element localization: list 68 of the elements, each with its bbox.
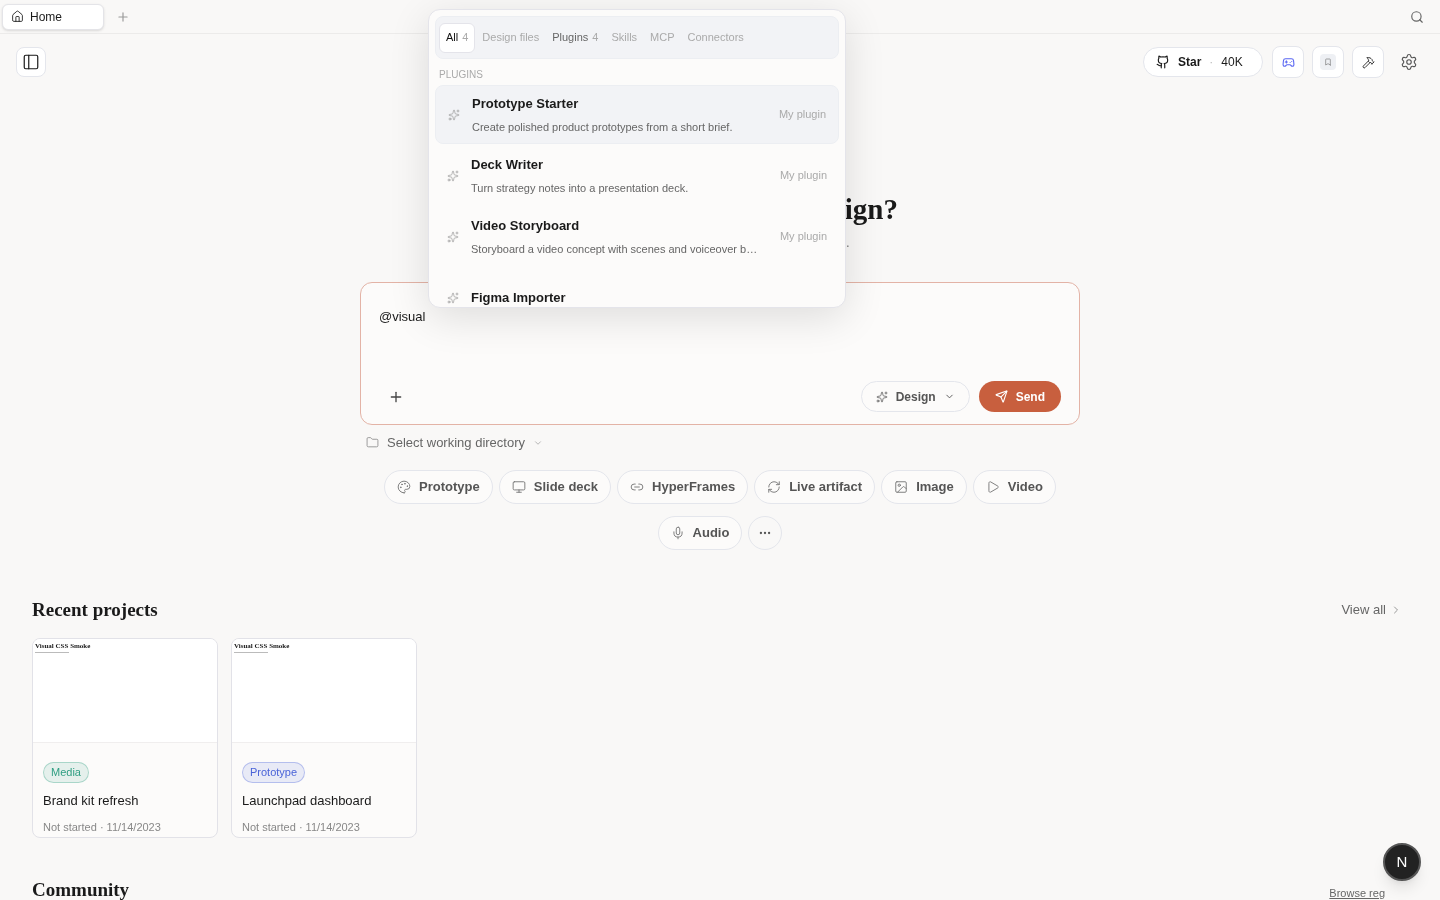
refresh-icon xyxy=(767,479,782,494)
plugin-label: My plugin xyxy=(778,107,826,123)
filter-tab[interactable]: All 4 xyxy=(439,22,476,53)
plugin-label: My plugin xyxy=(779,168,827,184)
preset-chip[interactable]: Audio xyxy=(657,515,743,550)
browse-link[interactable]: Browse reg xyxy=(1329,885,1385,900)
bookmark-icon xyxy=(1320,54,1336,70)
sparkle-icon xyxy=(447,291,459,304)
project-meta: Not started · 11/14/2023 xyxy=(242,819,361,835)
play-icon xyxy=(985,479,1000,494)
plugin-item[interactable]: Deck Writer Turn strategy notes into a presentation deck. My plugin xyxy=(435,146,839,205)
hero-heading: ign? xyxy=(844,192,898,227)
avatar-button[interactable]: N xyxy=(1383,843,1421,881)
plugin-item[interactable]: Video Storyboard Storyboard a video concept with scenes and voiceover b… My plugin xyxy=(435,207,839,266)
directory-picker[interactable]: Select working directory xyxy=(366,433,543,453)
github-icon xyxy=(1156,55,1170,69)
microphone-icon xyxy=(670,525,685,540)
send-icon xyxy=(994,390,1008,403)
preset-chip[interactable]: Video xyxy=(972,469,1056,504)
preset-chip[interactable]: Prototype xyxy=(384,469,493,504)
prompt-input[interactable]: @visual xyxy=(379,307,1061,327)
folder-icon xyxy=(366,436,379,450)
home-icon xyxy=(11,10,24,23)
thumbnail-line xyxy=(35,652,69,653)
monitor-icon xyxy=(511,479,526,494)
sidebar-icon xyxy=(22,53,40,71)
hero-subtitle: . xyxy=(846,234,850,252)
project-meta: Not started · 11/14/2023 xyxy=(43,819,162,835)
hammer-icon xyxy=(1361,55,1375,69)
section-heading: Community xyxy=(32,878,130,900)
settings-icon[interactable] xyxy=(1400,53,1418,71)
sparkle-icon xyxy=(447,169,459,182)
project-name: Brand kit refresh xyxy=(43,792,140,810)
github-star-button[interactable]: Star · 40K xyxy=(1143,47,1263,77)
preset-chip[interactable]: Live artifact xyxy=(754,469,876,504)
preset-chip[interactable]: Image xyxy=(881,469,967,504)
preset-chip[interactable]: Slide deck xyxy=(498,469,612,504)
project-tag: Prototype xyxy=(242,762,306,783)
send-button[interactable]: Send xyxy=(978,381,1061,412)
plugin-description: Create polished product prototypes from a short brief. xyxy=(472,119,734,135)
gamepad-icon xyxy=(1281,55,1295,69)
palette-icon xyxy=(397,479,412,494)
build-button[interactable] xyxy=(1352,46,1384,78)
plugin-title: Deck Writer xyxy=(471,156,544,174)
plugin-item[interactable]: Prototype Starter Create polished product prototypes from a short brief. My plugin xyxy=(435,85,839,144)
home-tab[interactable]: Home xyxy=(2,3,104,30)
plugin-description: Turn strategy notes into a presentation deck. xyxy=(471,180,690,196)
project-name: Launchpad dashboard xyxy=(242,792,373,810)
filter-tab[interactable]: Plugins 4 xyxy=(546,22,605,53)
view-all-link[interactable]: View all xyxy=(1341,600,1402,620)
plugin-item[interactable]: Figma Importer xyxy=(435,268,839,307)
sparkle-icon xyxy=(447,230,459,243)
sparkle-icon xyxy=(875,390,888,403)
plugin-description: Storyboard a video concept with scenes and voiceover b… xyxy=(471,241,759,257)
sidebar-toggle-button[interactable] xyxy=(16,47,46,77)
discord-button[interactable] xyxy=(1272,46,1304,78)
section-label: PLUGINS xyxy=(439,68,484,82)
project-tag: Media xyxy=(43,762,89,783)
thumbnail-line xyxy=(234,652,268,653)
plugin-label: My plugin xyxy=(779,229,827,245)
plugin-title: Figma Importer xyxy=(471,288,567,307)
plugin-title: Video Storyboard xyxy=(471,217,581,235)
preset-chip[interactable]: HyperFrames xyxy=(617,469,749,504)
image-icon xyxy=(894,479,909,494)
plugin-title: Prototype Starter xyxy=(472,95,580,113)
sparkle-icon xyxy=(448,108,460,121)
search-icon[interactable] xyxy=(1410,9,1424,24)
section-heading: Recent projects xyxy=(32,597,158,622)
